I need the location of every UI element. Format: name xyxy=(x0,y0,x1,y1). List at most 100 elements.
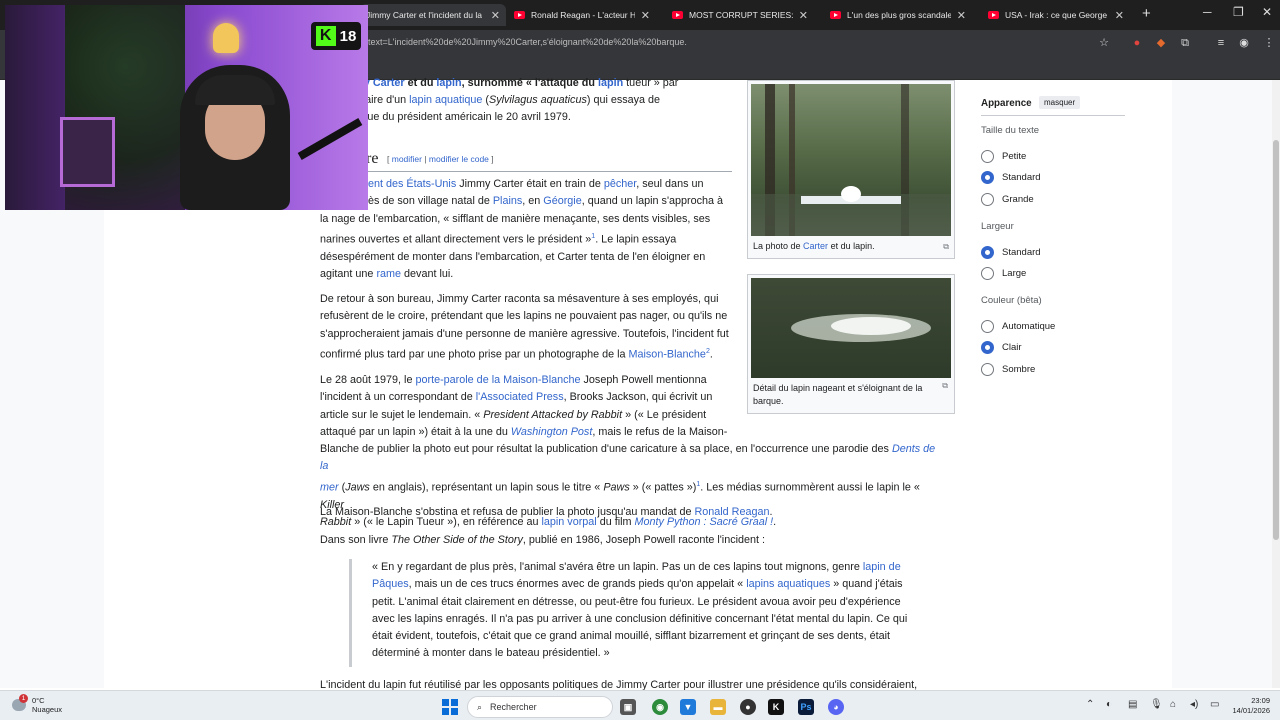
link-georgie[interactable]: Géorgie xyxy=(543,195,581,207)
edit-link[interactable]: modifier xyxy=(392,154,422,164)
hide-button[interactable]: masquer xyxy=(1039,96,1081,109)
radio-text-size-small[interactable]: Petite xyxy=(981,150,1026,163)
tray-app-icon[interactable]: ◐ xyxy=(1106,699,1112,710)
tab-ronald-reagan[interactable]: Ronald Reagan - L'acteur Holly ✕ xyxy=(508,4,656,26)
kick-badge: K 18 xyxy=(311,22,361,50)
link-pecher[interactable]: pêcher xyxy=(604,178,636,190)
link-lapin-de-paques[interactable]: lapin de xyxy=(863,561,901,573)
link-lapin-aquatique[interactable]: lapin aquatique xyxy=(409,94,482,106)
link-associated-press[interactable]: l'Associated Press xyxy=(476,391,564,403)
menu-icon[interactable]: ⋮ xyxy=(1262,36,1276,50)
text: agitant une xyxy=(320,268,377,281)
search-placeholder: Rechercher xyxy=(490,702,537,712)
profile-icon[interactable]: ◉ xyxy=(1237,36,1251,50)
link-president-etats-unis[interactable]: ent des États-Unis xyxy=(368,178,456,190)
link-rame[interactable]: rame xyxy=(376,268,401,280)
extension-icon[interactable]: ● xyxy=(1130,36,1144,50)
link-carter[interactable]: Carter xyxy=(803,241,828,251)
weather-widget[interactable]: 1 0°C Nuageux xyxy=(12,694,62,714)
link-washington-post[interactable]: Washington Post xyxy=(511,426,592,438)
text: confirmé plus tard par une photo prise p… xyxy=(320,348,629,361)
network-icon[interactable]: ⌂ xyxy=(1170,699,1176,710)
link-lapin[interactable]: lapin xyxy=(598,77,623,89)
time: 23:09 xyxy=(1251,696,1270,705)
kick-app-icon[interactable]: K xyxy=(768,699,784,715)
start-button[interactable] xyxy=(442,699,458,715)
minimize-icon[interactable]: ─ xyxy=(1203,5,1212,19)
new-tab-button[interactable]: + xyxy=(1142,5,1151,22)
wall-frame xyxy=(60,117,115,187)
paragraph-2: De retour à son bureau, Jimmy Carter rac… xyxy=(320,291,740,364)
photoshop-icon[interactable]: Ps xyxy=(798,699,814,715)
radio-color-auto[interactable]: Automatique xyxy=(981,320,1055,333)
text: article sur le sujet le lendemain. « xyxy=(320,408,484,421)
radio-width-standard[interactable]: Standard xyxy=(981,246,1041,259)
obs-icon[interactable]: ● xyxy=(740,699,756,715)
link-lapins-aquatiques[interactable]: lapins aquatiques xyxy=(746,578,830,590)
volume-icon[interactable]: ◂) xyxy=(1190,699,1198,710)
scrollbar-thumb[interactable] xyxy=(1273,140,1279,540)
close-tab-icon[interactable]: ✕ xyxy=(799,9,808,22)
tab-scandale[interactable]: L'un des plus gros scandale de ✕ xyxy=(824,4,972,26)
link-dents-de-la-mer[interactable]: mer xyxy=(320,481,339,493)
text: tueur » par xyxy=(623,77,679,89)
media-control-icon[interactable]: ≡ xyxy=(1214,36,1228,50)
text: , quand un lapin s'approcha à xyxy=(581,195,724,208)
photo-rabbit-swimming[interactable] xyxy=(751,278,951,378)
text: Joseph Powell mentionna xyxy=(580,374,707,386)
maximize-icon[interactable]: ❐ xyxy=(1233,5,1244,19)
tab-usa-irak[interactable]: USA - Irak : ce que George W B ✕ xyxy=(982,4,1130,26)
tray-app-icon[interactable]: ▤ xyxy=(1128,699,1137,710)
close-window-icon[interactable]: ✕ xyxy=(1262,5,1272,19)
extension-fox-icon[interactable]: ◆ xyxy=(1154,36,1168,50)
text: , en xyxy=(522,195,544,208)
link-maison-blanche[interactable]: Maison-Blanche xyxy=(629,348,706,360)
youtube-icon xyxy=(672,11,683,19)
text: » (« Le président xyxy=(622,408,707,421)
enlarge-icon[interactable]: ⧉ xyxy=(943,240,949,253)
chrome-icon[interactable]: ◉ xyxy=(652,699,668,715)
tray-overflow-icon[interactable]: ⌃ xyxy=(1086,699,1094,710)
radio-width-large[interactable]: Large xyxy=(981,267,1026,280)
link-ronald-reagan[interactable]: Ronald Reagan xyxy=(694,506,769,518)
text: La Maison-Blanche s'obstina et refusa de… xyxy=(320,506,695,518)
extensions-puzzle-icon[interactable]: ⧉ xyxy=(1178,36,1192,50)
streamer-cap xyxy=(195,75,275,105)
tab-jimmy-carter[interactable]: Jimmy Carter et l'incident du la ✕ xyxy=(360,4,506,26)
link-lapin[interactable]: lapin xyxy=(436,77,461,89)
photo-carter-rabbit[interactable] xyxy=(751,84,951,236)
radio-text-size-large[interactable]: Grande xyxy=(981,193,1034,206)
text: en anglais), représentant un lapin sous … xyxy=(369,481,604,494)
discord-icon[interactable]: ◕ xyxy=(828,699,844,715)
tab-most-corrupt[interactable]: MOST CORRUPT SERIES: Presid ✕ xyxy=(666,4,814,26)
tab-title: Jimmy Carter et l'incident du la xyxy=(366,10,482,20)
vpn-icon[interactable]: ▼ xyxy=(680,699,696,715)
tab-title: MOST CORRUPT SERIES: Presid xyxy=(689,10,793,20)
close-tab-icon[interactable]: ✕ xyxy=(491,9,500,22)
edit-source-link[interactable]: modifier le code xyxy=(429,154,489,164)
paragraph-5: Dans son livre The Other Side of the Sto… xyxy=(320,532,765,549)
clock[interactable]: 23:09 14/01/2026 xyxy=(1226,696,1270,716)
close-tab-icon[interactable]: ✕ xyxy=(1115,9,1124,22)
close-tab-icon[interactable]: ✕ xyxy=(641,9,650,22)
taskbar-search[interactable]: ⌕ Rechercher xyxy=(467,696,613,718)
radio-text-size-standard[interactable]: Standard xyxy=(981,171,1041,184)
close-tab-icon[interactable]: ✕ xyxy=(957,9,966,22)
option-label: Grande xyxy=(1002,194,1034,205)
microphone-icon[interactable]: 🎙 xyxy=(1150,699,1163,710)
text: » quand j'étais xyxy=(830,578,903,591)
link-plains[interactable]: Plains xyxy=(493,195,522,207)
radio-color-light[interactable]: Clair xyxy=(981,341,1022,354)
link-porte-parole[interactable]: porte-parole de la Maison-Blanche xyxy=(415,374,580,386)
enlarge-icon[interactable]: ⧉ xyxy=(942,381,948,391)
bookmark-star-icon[interactable]: ☆ xyxy=(1097,36,1111,50)
text: The Other Side of the Story xyxy=(391,534,523,546)
radio-color-dark[interactable]: Sombre xyxy=(981,363,1035,376)
text: L'incident du lapin fut réutilisé par le… xyxy=(320,680,918,690)
webcam-overlay: K 18 xyxy=(5,5,368,210)
link-lapin-de-paques[interactable]: Pâques xyxy=(372,578,409,590)
url-field[interactable]: text=L'incident%20de%20Jimmy%20Carter,s'… xyxy=(368,37,687,47)
task-view-icon[interactable]: ▣ xyxy=(620,699,636,715)
battery-icon[interactable]: ▭ xyxy=(1210,699,1219,710)
file-explorer-icon[interactable]: ▬ xyxy=(710,699,726,715)
